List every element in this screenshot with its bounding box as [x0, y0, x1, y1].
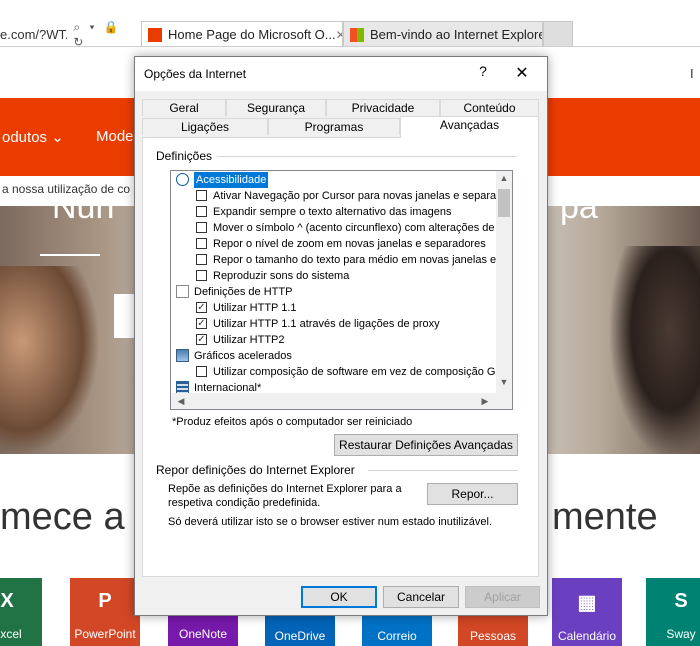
reset-description: Repõe as definições do Internet Explorer… — [168, 483, 402, 509]
tab-programas[interactable]: Programas — [268, 118, 400, 135]
checkbox-unchecked[interactable] — [196, 222, 207, 233]
tab-label: Home Page do Microsoft O... — [168, 27, 336, 42]
checkbox-unchecked[interactable] — [196, 206, 207, 217]
restart-note: *Produz efeitos após o computador ser re… — [172, 416, 413, 428]
tab-privacidade[interactable]: Privacidade — [326, 99, 440, 116]
tab-avancadas[interactable]: Avançadas — [400, 116, 539, 138]
tabstrip-divider — [0, 46, 700, 47]
scroll-right-icon[interactable]: ▶ — [477, 396, 493, 407]
tab-ligacoes[interactable]: Ligações — [142, 118, 268, 135]
page-headline-right: mente — [552, 496, 658, 538]
scrollbar-thumb[interactable] — [498, 189, 510, 217]
tab-conteudo[interactable]: Conteúdo — [440, 99, 539, 116]
settings-checkbox-label: Reproduzir sons do sistema — [213, 270, 350, 282]
app-tile-powerpoint[interactable]: P PowerPoint — [70, 578, 140, 646]
app-tile-sway[interactable]: S Sway — [646, 578, 700, 646]
cookie-text: a nossa utilização de co — [2, 182, 131, 196]
scroll-left-icon[interactable]: ◀ — [173, 396, 189, 407]
settings-checkbox-label: Mover o símbolo ^ (acento circunflexo) c… — [213, 222, 495, 234]
app-icon: ▦ — [577, 592, 597, 614]
apply-button[interactable]: Aplicar — [465, 586, 540, 608]
dialog-titlebar: Opções da Internet ? ✕ — [135, 57, 547, 91]
checkbox-checked[interactable]: ✓ — [196, 334, 207, 345]
tab-geral[interactable]: Geral — [142, 99, 226, 116]
close-button[interactable]: ✕ — [507, 63, 537, 85]
settings-checkbox-label: Expandir sempre o texto alternativo das … — [213, 206, 452, 218]
checkbox-unchecked[interactable] — [196, 190, 207, 201]
settings-checkbox-label: Repor o tamanho do texto para médio em n… — [213, 254, 497, 266]
checkbox-checked[interactable]: ✓ — [196, 302, 207, 313]
office-icon — [148, 27, 162, 42]
monitor-icon — [176, 349, 189, 362]
settings-checkbox-label: Ativar Navegação por Cursor para novas j… — [213, 190, 497, 202]
app-tile-label: OneNote — [178, 627, 228, 641]
checkbox-unchecked[interactable] — [196, 366, 207, 377]
hero-heading-left: Nun — [52, 206, 115, 226]
checkbox-unchecked[interactable] — [196, 270, 207, 281]
address-bar[interactable]: e.com/?WT. ⌕ ▾ 🔒 ↻ — [0, 20, 140, 49]
hero-person-right — [610, 246, 700, 454]
checkbox-checked[interactable]: ✓ — [196, 318, 207, 329]
settings-checkbox-label: Utilizar HTTP 1.1 através de ligações de… — [213, 318, 440, 330]
app-tile-label: Pessoas — [469, 629, 517, 643]
settings-checkbox-label: Repor o nível de zoom em novas janelas e… — [213, 238, 486, 250]
internet-options-dialog: Opções da Internet ? ✕ Geral Segurança P… — [134, 56, 548, 616]
app-tile-label: PowerPoint — [74, 627, 136, 641]
reset-warning: Só deverá utilizar isto se o browser est… — [168, 516, 493, 528]
help-button[interactable]: ? — [471, 63, 495, 85]
app-tile-calend-rio[interactable]: ▦ Calendário — [552, 578, 622, 646]
new-tab-button[interactable] — [543, 21, 573, 47]
checkbox-unchecked[interactable] — [196, 238, 207, 249]
ok-button[interactable]: OK — [301, 586, 377, 608]
tab-internet-explorer[interactable]: Bem-vindo ao Internet Explorer — [343, 21, 543, 47]
hero-divider — [40, 254, 100, 256]
app-tile-label: Correio — [377, 629, 417, 643]
close-tab-icon[interactable]: ✕ — [336, 28, 342, 42]
scroll-down-icon[interactable]: ▼ — [496, 377, 512, 387]
settings-divider — [217, 156, 517, 157]
tab-microsoft-office[interactable]: Home Page do Microsoft O... ✕ — [141, 21, 343, 47]
advanced-settings-list[interactable]: Acessibilidade Ativar Navegação por Curso… — [170, 170, 513, 410]
hero-button[interactable] — [114, 294, 134, 338]
vertical-scrollbar[interactable]: ▲ ▼ — [496, 171, 512, 393]
tab-seguranca[interactable]: Segurança — [226, 99, 326, 116]
app-tile-excel[interactable]: X Excel — [0, 578, 42, 646]
address-bar-icons[interactable]: ⌕ ▾ 🔒 ↻ — [73, 20, 140, 49]
nav-item-modelos[interactable]: Mode — [96, 128, 134, 145]
accessibility-icon — [176, 173, 189, 186]
restore-advanced-button[interactable]: Restaurar Definições Avançadas — [334, 434, 518, 456]
dialog-title: Opções da Internet — [144, 67, 247, 81]
page-headline-left: mece a — [0, 496, 125, 538]
address-text[interactable]: e.com/?WT. — [0, 27, 67, 42]
settings-category-label: Acessibilidade — [194, 172, 269, 188]
hero-heading-right: pa — [560, 206, 598, 226]
app-tile-label: Excel — [0, 627, 22, 641]
app-tile-label: OneDrive — [274, 629, 326, 643]
settings-checkbox-label: Utilizar composição de software em vez d… — [213, 366, 503, 378]
settings-category-label: Definições de HTTP — [194, 286, 293, 298]
cancel-button[interactable]: Cancelar — [383, 586, 459, 608]
settings-group-label: Definições — [156, 149, 213, 163]
scroll-up-icon[interactable]: ▲ — [496, 173, 512, 183]
app-tile-label: Calendário — [557, 629, 617, 643]
checkbox-unchecked[interactable] — [196, 254, 207, 265]
document-icon — [176, 285, 189, 298]
nav-item-produtos[interactable]: odutos ⌄ — [2, 128, 64, 146]
horizontal-scrollbar[interactable]: ◀ ▶ — [171, 393, 512, 409]
tab-label: Bem-vindo ao Internet Explorer — [370, 27, 543, 42]
app-icon: X — [0, 590, 14, 612]
app-tile-label: Sway — [666, 627, 696, 641]
settings-checkbox-label: Utilizar HTTP 1.1 — [213, 302, 297, 314]
page-top-right-text: I — [690, 66, 694, 81]
hero-person-left — [0, 266, 100, 454]
windows-icon — [350, 27, 364, 42]
reset-divider — [368, 470, 518, 471]
app-icon: S — [674, 590, 688, 612]
reset-button[interactable]: Repor... — [427, 483, 518, 505]
app-icon: P — [98, 590, 112, 612]
reset-section-label: Repor definições do Internet Explorer — [156, 463, 355, 477]
settings-checkbox-label: Utilizar HTTP2 — [213, 334, 285, 346]
settings-category-label: Gráficos acelerados — [194, 350, 292, 362]
